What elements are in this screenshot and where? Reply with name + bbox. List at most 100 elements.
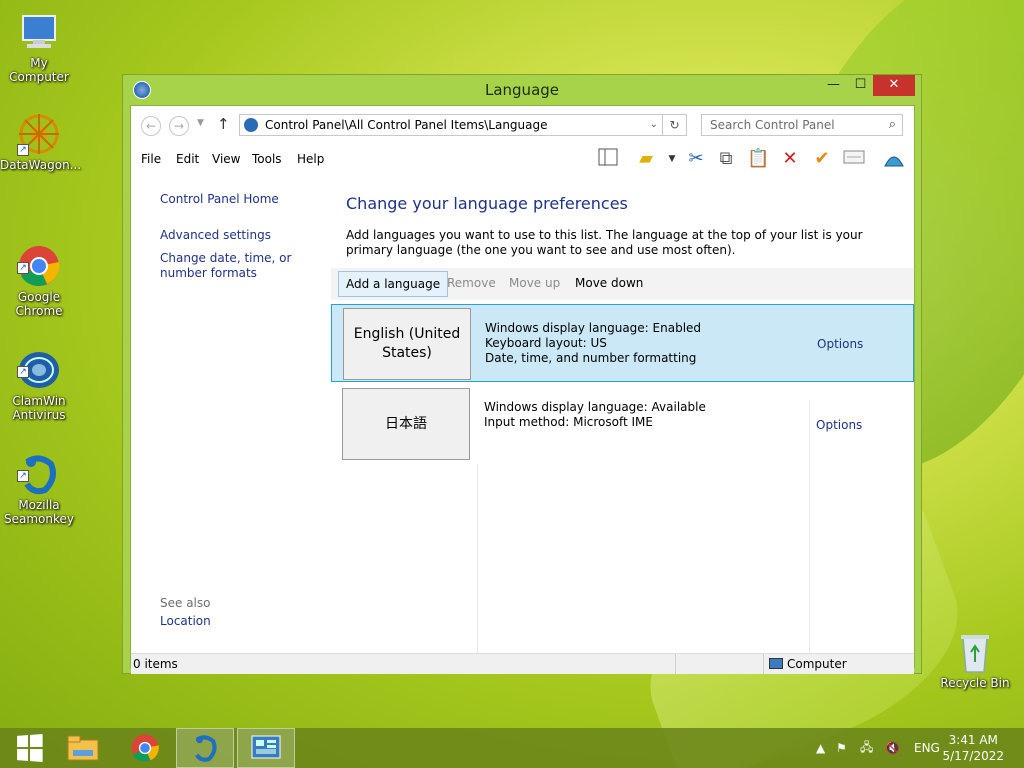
taskbar-seamonkey[interactable] — [176, 728, 234, 768]
datawagon-icon: ↗ — [17, 112, 61, 156]
search-input[interactable]: Search Control Panel ⌕ — [701, 114, 903, 136]
computer-icon — [17, 10, 61, 54]
action-center-flag-icon[interactable]: ⚑ — [836, 728, 847, 768]
up-arrow-icon[interactable]: ↑ — [217, 115, 230, 133]
shortcut-arrow-icon: ↗ — [17, 366, 29, 378]
delete-icon[interactable]: ✕ — [779, 148, 801, 170]
left-navigation-pane: Control Panel Home Advanced settings Cha… — [131, 174, 331, 654]
shortcut-arrow-icon: ↗ — [17, 470, 29, 482]
clock-date: 5/17/2022 — [942, 749, 1004, 763]
taskbar: ▲ ⚑ 🖧 🔇 ENG 3:41 AM 5/17/2022 — [0, 728, 1024, 768]
move-up-button[interactable]: Move up — [509, 276, 560, 290]
change-date-time-link[interactable]: Change date, time, or number formats — [160, 251, 325, 281]
seamonkey-icon: ↗ — [17, 438, 61, 495]
taskbar-chrome[interactable] — [116, 728, 174, 768]
maximize-button[interactable]: ☐ — [847, 75, 874, 96]
language-window: Language — ☐ ✕ ← → ▼ ↑ Control Panel\All… — [122, 74, 922, 674]
folder-options-icon[interactable]: ▰ — [635, 148, 657, 170]
copy-icon[interactable]: ⧉ — [715, 148, 737, 170]
search-placeholder: Search Control Panel — [710, 118, 835, 132]
start-button[interactable] — [0, 728, 58, 768]
language-info: Windows display language: Available Inpu… — [484, 400, 706, 430]
status-bar: 0 items Computer — [131, 653, 914, 674]
cut-icon[interactable]: ✂ — [685, 148, 707, 170]
column-divider — [477, 464, 478, 654]
status-computer: Computer — [787, 657, 847, 671]
seashell-icon[interactable] — [883, 148, 905, 170]
checkmark-icon[interactable]: ✔ — [811, 148, 833, 170]
remove-button[interactable]: Remove — [447, 276, 496, 290]
language-row-english[interactable]: English (United States) Windows display … — [331, 304, 914, 382]
system-clock[interactable]: 3:41 AM 5/17/2022 — [942, 732, 1004, 764]
desktop-icon-label: My Computer — [9, 56, 69, 84]
main-content: Change your language preferences Add lan… — [331, 174, 914, 654]
options-link[interactable]: Options — [817, 337, 863, 351]
add-language-button[interactable]: Add a language — [338, 271, 449, 297]
window-title: Language — [484, 81, 560, 99]
control-panel-icon — [244, 118, 258, 132]
recent-pages-chevron-icon[interactable]: ▼ — [197, 118, 204, 128]
move-down-button[interactable]: Move down — [575, 276, 643, 290]
menu-bar: File Edit View Tools Help ▰ ▼ ✂ ⧉ 📋 ✕ ✔ — [131, 144, 914, 174]
properties-icon[interactable] — [843, 148, 865, 170]
display-language-status: Windows display language: Enabled — [485, 321, 702, 335]
options-link[interactable]: Options — [816, 418, 862, 432]
desktop-icon-datawagon[interactable]: ↗ DataWagon... — [0, 112, 82, 172]
location-link[interactable]: Location — [160, 614, 211, 629]
control-panel-icon — [251, 735, 281, 759]
window-client-area: ← → ▼ ↑ Control Panel\All Control Panel … — [130, 105, 915, 674]
language-command-bar: Add a language Remove Move up Move down — [331, 268, 914, 300]
see-also-heading: See also — [160, 596, 211, 610]
taskbar-control-panel[interactable] — [237, 728, 295, 768]
menu-edit[interactable]: Edit — [176, 152, 199, 166]
page-title: Change your language preferences — [346, 194, 628, 213]
formatting-info: Date, time, and number formatting — [485, 351, 697, 365]
desktop-icon-recycle-bin[interactable]: Recycle Bin — [936, 630, 1014, 690]
address-bar[interactable]: Control Panel\All Control Panel Items\La… — [239, 114, 663, 136]
desktop-icon-google-chrome[interactable]: ↗ Google Chrome — [0, 216, 78, 332]
preview-pane-icon[interactable] — [597, 148, 619, 170]
status-separator — [675, 654, 676, 674]
menu-tools[interactable]: Tools — [252, 152, 282, 166]
network-icon[interactable]: 🖧 — [860, 728, 873, 768]
shortcut-arrow-icon: ↗ — [17, 262, 29, 274]
taskbar-file-explorer[interactable] — [54, 728, 112, 768]
windows-logo-icon — [17, 734, 43, 762]
desktop-icon-seamonkey[interactable]: ↗ Mozilla Seamonkey — [0, 424, 78, 540]
dropdown-chevron-icon[interactable]: ▼ — [661, 148, 683, 170]
menu-help[interactable]: Help — [297, 152, 324, 166]
advanced-settings-link[interactable]: Advanced settings — [160, 228, 271, 243]
title-bar[interactable]: Language — ☐ ✕ — [123, 75, 921, 105]
status-separator — [763, 654, 764, 674]
desktop-icon-my-computer[interactable]: My Computer — [0, 10, 78, 84]
forward-button[interactable]: → — [169, 116, 189, 136]
chrome-icon — [131, 734, 159, 762]
column-divider — [809, 400, 810, 654]
desktop-icon-label: ClamWin Antivirus — [12, 394, 66, 422]
input-language-indicator[interactable]: ENG — [914, 728, 940, 768]
menu-file[interactable]: File — [141, 152, 161, 166]
desktop-icon-label: DataWagon... — [0, 158, 82, 172]
refresh-button[interactable]: ↻ — [663, 114, 687, 136]
shortcut-arrow-icon: ↗ — [17, 144, 29, 156]
address-path: Control Panel\All Control Panel Items\La… — [265, 118, 548, 132]
address-dropdown-chevron-icon[interactable]: ⌄ — [650, 119, 658, 130]
recycle-bin-icon — [953, 630, 997, 674]
chrome-icon: ↗ — [17, 230, 61, 286]
menu-view[interactable]: View — [212, 152, 240, 166]
clamwin-icon: ↗ — [17, 334, 61, 388]
control-panel-home-link[interactable]: Control Panel Home — [160, 192, 279, 207]
close-button[interactable]: ✕ — [873, 75, 915, 96]
desktop-icon-clamwin[interactable]: ↗ ClamWin Antivirus — [0, 320, 78, 436]
paste-icon[interactable]: 📋 — [747, 148, 769, 170]
language-tile: 日本語 — [342, 388, 470, 460]
folder-icon — [67, 735, 99, 761]
search-icon[interactable]: ⌕ — [889, 117, 896, 132]
display-language-status: Windows display language: Available — [484, 400, 706, 414]
back-button[interactable]: ← — [141, 116, 161, 136]
minimize-button[interactable]: — — [820, 75, 847, 96]
show-hidden-icons-chevron-icon[interactable]: ▲ — [816, 728, 825, 768]
volume-muted-icon[interactable]: 🔇 — [885, 728, 900, 768]
keyboard-layout: Keyboard layout: US — [485, 336, 607, 350]
language-row-japanese[interactable]: 日本語 Windows display language: Available … — [331, 386, 914, 464]
